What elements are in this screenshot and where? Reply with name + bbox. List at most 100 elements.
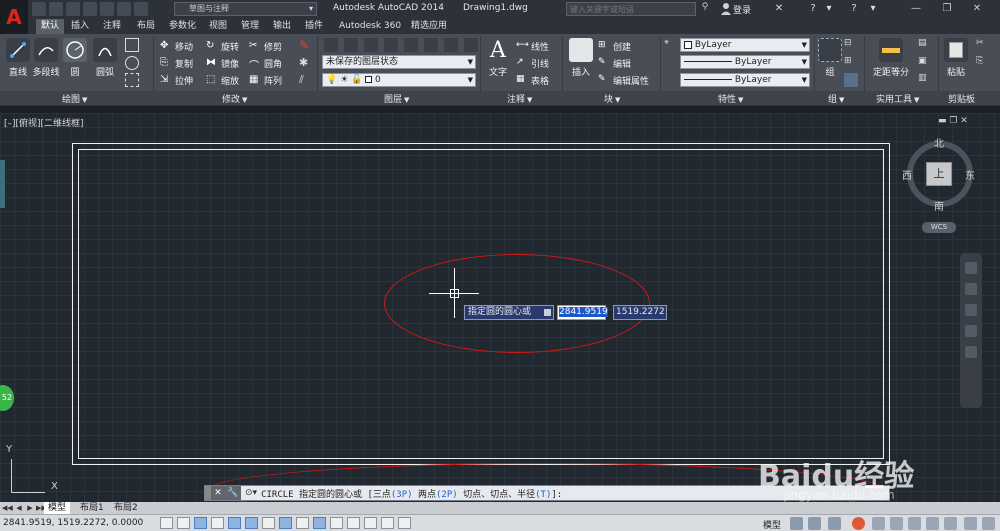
array-button[interactable]: ▦ 阵列	[249, 73, 282, 87]
tab-autodesk-360[interactable]: Autodesk 360	[334, 19, 406, 34]
ime-mode-icon[interactable]	[872, 517, 885, 530]
grid-display-icon[interactable]	[194, 517, 207, 529]
wrench-icon[interactable]: 🔧	[225, 486, 241, 500]
viewport-controls-label[interactable]: [–][俯视][二维线框]	[4, 116, 84, 129]
hatch-icon[interactable]	[125, 73, 139, 87]
dynamic-input-y-field[interactable]: 1519.2272	[613, 305, 667, 320]
option-ttr-key[interactable]: (T)	[535, 490, 551, 500]
layer-off-icon[interactable]	[424, 38, 438, 52]
tab-layout2[interactable]: 布局2	[110, 502, 142, 514]
tab-output[interactable]: 输出	[268, 19, 296, 34]
stretch-button[interactable]: ⇲ 拉伸	[160, 73, 193, 87]
dynamic-ucs-icon[interactable]	[296, 517, 309, 529]
recent-commands-icon[interactable]: ⊙▾	[245, 488, 257, 498]
transparency-icon[interactable]	[347, 517, 360, 529]
dynamic-input-icon[interactable]	[313, 517, 326, 529]
panel-title-annotation[interactable]: 注释 ▼	[507, 92, 532, 105]
polar-tracking-icon[interactable]	[228, 517, 241, 529]
ime-sogou-icon[interactable]	[852, 517, 865, 530]
calculator-icon[interactable]: ▤	[918, 38, 932, 52]
orbit-icon[interactable]	[965, 325, 977, 337]
close-icon[interactable]: ✕	[211, 486, 225, 500]
fillet-button[interactable]: ⌒ 圆角	[249, 56, 282, 73]
compass-south[interactable]: 南	[934, 198, 944, 213]
keyboard-icon[interactable]	[926, 517, 939, 530]
option-2p-label[interactable]: 两点	[418, 490, 436, 500]
model-space-button[interactable]: 模型	[763, 518, 781, 531]
tab-parametric[interactable]: 参数化	[164, 19, 201, 34]
new-icon[interactable]	[32, 2, 46, 16]
viewport-window-controls[interactable]: ▬ ❐ ✕	[938, 116, 968, 126]
user-icon[interactable]	[720, 2, 732, 15]
layer-walk-icon[interactable]	[464, 38, 478, 52]
compass-east[interactable]: 东	[965, 167, 975, 182]
ime-punctuation-icon[interactable]	[890, 517, 903, 530]
palette-edge-tab[interactable]	[0, 160, 5, 208]
layer-lock-icon[interactable]	[444, 38, 458, 52]
create-block-button[interactable]: ⊞ 创建	[598, 39, 631, 53]
line-button[interactable]: 直线	[3, 38, 33, 78]
offset-icon[interactable]: ⫽	[299, 73, 313, 87]
option-2p-key[interactable]: (2P)	[436, 490, 458, 500]
layer-state-icon[interactable]	[344, 38, 358, 52]
layer-freeze-icon[interactable]	[404, 38, 418, 52]
rectangle-icon[interactable]	[125, 38, 139, 52]
print-icon[interactable]	[100, 2, 114, 16]
lineweight-display-icon[interactable]	[330, 517, 343, 529]
ellipse-icon[interactable]	[125, 56, 139, 70]
move-button[interactable]: ✥ 移动	[160, 39, 193, 53]
table-button[interactable]: ▦ 表格	[516, 73, 549, 87]
panel-title-modify[interactable]: 修改 ▼	[222, 92, 247, 105]
first-layout-icon[interactable]: ◀◀	[2, 502, 13, 514]
undo-icon[interactable]	[117, 2, 131, 16]
quick-view-drawings-icon[interactable]	[808, 517, 821, 530]
tab-featured-apps[interactable]: 精选应用	[406, 19, 452, 34]
tab-home[interactable]: 默认	[36, 19, 65, 34]
options-down-icon[interactable]	[544, 309, 551, 316]
application-menu-button[interactable]: A	[0, 0, 28, 34]
panel-title-block[interactable]: 块 ▼	[604, 92, 620, 105]
object-snap-icon[interactable]	[245, 517, 258, 529]
scale-button[interactable]: ⬚ 缩放	[206, 73, 239, 87]
question-icon[interactable]: ?	[847, 2, 861, 16]
match-properties-icon[interactable]: ⌖	[664, 38, 678, 52]
settings-icon[interactable]	[944, 517, 957, 530]
quick-select-icon[interactable]: ▣	[918, 56, 932, 70]
color-select[interactable]: ByLayer ▼	[680, 38, 810, 52]
annotation-monitor-icon[interactable]	[398, 517, 411, 529]
tab-layout1[interactable]: 布局1	[76, 502, 108, 514]
id-point-icon[interactable]: ▥	[918, 73, 932, 87]
quick-properties-icon[interactable]	[364, 517, 377, 529]
prev-layout-icon[interactable]: ◀	[14, 502, 24, 514]
login-link[interactable]: 登录	[733, 3, 751, 16]
trim-button[interactable]: ✂ 修剪	[249, 39, 282, 53]
zoom-icon[interactable]	[965, 304, 977, 316]
save-as-icon[interactable]	[83, 2, 97, 16]
measure-button[interactable]: 定距等分	[871, 38, 911, 78]
explode-icon[interactable]: ✱	[299, 56, 313, 70]
3d-object-snap-icon[interactable]	[262, 517, 275, 529]
panel-title-clipboard[interactable]: 剪贴板	[948, 92, 975, 105]
microphone-icon[interactable]	[908, 517, 921, 530]
close-button[interactable]: ✕	[968, 3, 986, 15]
compass-west[interactable]: 西	[902, 167, 912, 182]
tab-view[interactable]: 视图	[204, 19, 232, 34]
leader-button[interactable]: ↗ 引线	[516, 56, 549, 70]
viewcube-top-face[interactable]: 上	[926, 162, 952, 186]
selection-cycling-icon[interactable]	[381, 517, 394, 529]
circle-button[interactable]: 圆	[60, 38, 90, 78]
linetype-select[interactable]: ByLayer ▼	[680, 73, 810, 87]
layer-properties-icon[interactable]	[324, 38, 338, 52]
text-button[interactable]: A 文字	[483, 38, 513, 79]
chevron-down-icon[interactable]: ▾	[822, 2, 836, 16]
tab-layout[interactable]: 布局	[132, 19, 160, 34]
current-layer-select[interactable]: 💡 ☀ 🔓 0 ▼	[322, 73, 476, 87]
paste-button[interactable]: 粘贴	[941, 38, 971, 78]
linear-dim-button[interactable]: ⟷ 线性	[516, 39, 549, 53]
cut-icon[interactable]: ✂	[976, 38, 990, 52]
tab-plugins[interactable]: 插件	[300, 19, 328, 34]
group-select-icon[interactable]	[844, 73, 858, 87]
copy-button[interactable]: ⎘ 复制	[160, 56, 193, 70]
tab-model[interactable]: 模型	[44, 502, 71, 514]
minimize-button[interactable]: —	[909, 3, 923, 15]
